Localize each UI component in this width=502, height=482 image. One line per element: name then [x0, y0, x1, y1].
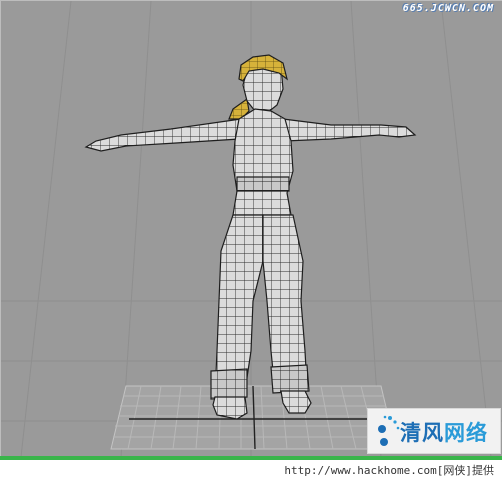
screenshot-frame: 665.JCWCN.COM 清风网络 http://www.hackhome.c… — [0, 0, 502, 482]
site-watermark: 665.JCWCN.COM — [402, 3, 494, 14]
logo-dots-icon — [378, 415, 400, 446]
footer-source-text: http://www.hackhome.com[网侠]提供 — [284, 464, 494, 477]
logo-text-part1: 清风 — [400, 421, 444, 445]
left-shoe — [212, 396, 248, 420]
logo-text-part2: 网络 — [444, 421, 488, 445]
footer-accent-line — [0, 456, 502, 460]
right-cuff — [270, 364, 310, 394]
3d-viewport[interactable]: 665.JCWCN.COM 清风网络 — [0, 0, 502, 457]
left-leg — [214, 214, 264, 396]
right-arm — [282, 118, 417, 142]
brand-logo: 清风网络 — [367, 408, 501, 454]
viewport-canvas — [1, 1, 502, 457]
footer-bar: http://www.hackhome.com[网侠]提供 — [0, 456, 502, 482]
right-leg — [262, 214, 308, 392]
left-cuff — [210, 368, 248, 400]
waist-band — [236, 176, 290, 192]
logo-text: 清风网络 — [400, 417, 488, 447]
floor-grid — [110, 385, 397, 450]
left-arm — [84, 118, 242, 152]
torso — [232, 108, 294, 216]
